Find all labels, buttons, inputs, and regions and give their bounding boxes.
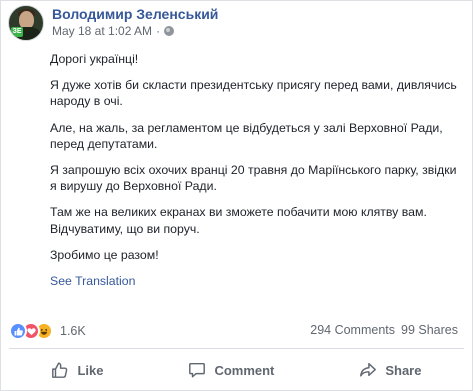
avatar-badge: ЗЕ — [11, 27, 23, 37]
comment-label: Comment — [214, 362, 275, 378]
author-name[interactable]: Володимир Зеленський — [52, 6, 218, 23]
see-translation-link[interactable]: See Translation — [50, 273, 135, 289]
post-date[interactable]: May 18 at 1:02 AM — [52, 23, 152, 39]
post-dateline: May 18 at 1:02 AM · — [52, 23, 218, 39]
post-paragraph: Дорогі українці! — [50, 52, 139, 66]
share-button[interactable]: Share — [341, 355, 439, 385]
globe-icon[interactable] — [164, 26, 175, 36]
share-label: Share — [385, 362, 422, 378]
like-icon — [9, 322, 27, 340]
post-actions: Like Comment Share — [9, 353, 464, 387]
share-icon — [360, 362, 377, 377]
post-paragraph: Але, на жаль, за регламентом це відбудет… — [50, 120, 443, 151]
post-meta: Володимир Зеленський May 18 at 1:02 AM · — [52, 5, 218, 39]
like-label: Like — [77, 362, 104, 378]
post-paragraph: Я запрошую всіх охочих вранці 20 травня … — [50, 163, 457, 194]
post-paragraph: Там же на великих екранах ви зможете поб… — [50, 205, 427, 236]
divider — [9, 348, 464, 349]
post-header: ЗЕ Володимир Зеленський May 18 at 1:02 A… — [8, 5, 218, 41]
post-paragraph: Я дуже хотів би скласти президентську пр… — [50, 78, 457, 109]
shares-count[interactable]: 99 Shares — [401, 323, 458, 337]
post-paragraph: Зробимо це разом! — [50, 247, 159, 262]
separator-dot: · — [156, 24, 161, 38]
reaction-count: 1.6K — [60, 324, 86, 338]
like-button[interactable]: Like — [33, 355, 121, 385]
reactions-summary[interactable]: 1.6K — [9, 321, 86, 341]
facebook-post-card: ЗЕ Володимир Зеленський May 18 at 1:02 A… — [0, 0, 473, 391]
post-stats: 294 Comments 99 Shares — [310, 323, 458, 337]
author-avatar[interactable]: ЗЕ — [8, 5, 44, 41]
comment-icon — [189, 362, 206, 378]
comment-button[interactable]: Comment — [170, 355, 292, 385]
post-body: Дорогі українці! Я дуже хотів би скласти… — [50, 51, 460, 289]
comments-count[interactable]: 294 Comments — [310, 323, 395, 337]
thumbs-up-icon — [52, 362, 68, 378]
